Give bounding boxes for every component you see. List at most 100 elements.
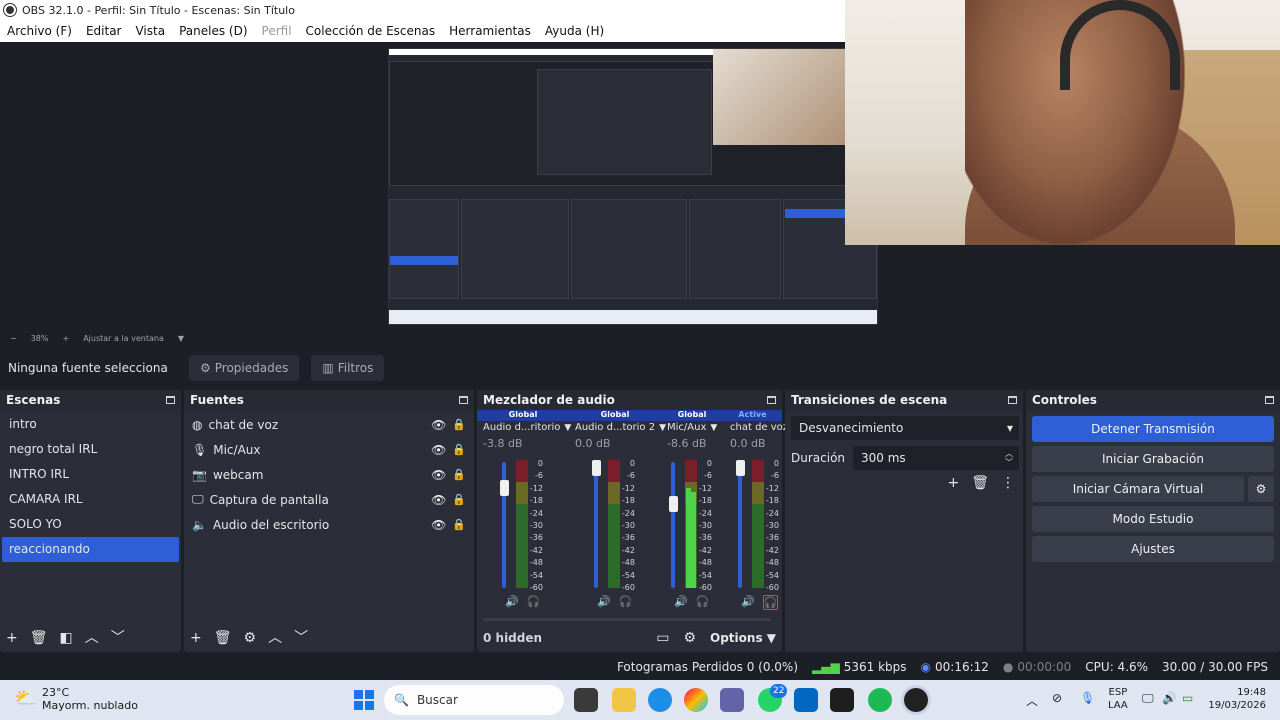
visibility-eye-icon[interactable]: 👁 [431,493,446,507]
language-indicator[interactable]: ESP LAA [1108,686,1128,712]
undock-icon[interactable] [459,396,468,404]
chevron-down-icon[interactable]: ▼ [178,334,184,343]
add-icon[interactable]: + [6,631,18,645]
source-item[interactable]: ◍ chat de voz 👁 🔒 [184,412,474,437]
lock-icon[interactable]: 🔒 [452,518,466,531]
settings-button[interactable]: Ajustes [1032,536,1274,562]
source-item[interactable]: 🔈 Audio del escritorio 👁 🔒 [184,512,474,537]
stop-streaming-button[interactable]: Detener Transmisión [1032,416,1274,442]
trash-icon[interactable]: 🗑 [971,476,989,490]
edge-browser-icon[interactable] [648,688,672,712]
undock-icon[interactable] [166,396,175,404]
scene-filter-icon[interactable]: ◧ [60,631,73,645]
menu-vista[interactable]: Vista [128,24,172,38]
menu-archivo[interactable]: Archivo (F) [0,24,79,38]
clock[interactable]: 19:48 19/03/2026 [1208,686,1266,712]
duration-spinbox[interactable]: 300 ms ︿ ﹀ [853,446,1019,470]
obs-taskbar-icon[interactable] [904,688,928,712]
start-virtual-camera-button[interactable]: Iniciar Cámara Virtual [1032,476,1244,502]
menu-paneles[interactable]: Paneles (D) [172,24,254,38]
virtual-camera-settings-button[interactable]: ⚙ [1248,476,1274,502]
scene-item[interactable]: negro total IRL [2,437,179,462]
arrow-up-icon[interactable]: ︿ [85,631,99,645]
horizontal-scrollbar[interactable] [483,618,771,621]
filters-button[interactable]: ▥ Filtros [311,355,385,381]
chevron-up-icon[interactable]: ︿ [1026,692,1038,709]
scene-item-selected[interactable]: reaccionando [2,537,179,562]
copilot-icon[interactable] [684,688,708,712]
display-icon[interactable]: 🖵 [1142,691,1154,706]
teams-icon[interactable] [720,688,744,712]
task-view-icon[interactable] [574,688,598,712]
start-recording-button[interactable]: Iniciar Grabación [1032,446,1274,472]
properties-button[interactable]: ⚙ Propiedades [189,355,300,381]
fader-handle[interactable] [669,496,678,512]
add-icon[interactable]: + [190,631,202,645]
speaker-icon[interactable]: 🔊 [597,595,611,608]
visibility-eye-icon[interactable]: 👁 [431,518,446,532]
undock-icon[interactable] [1265,396,1274,404]
microphone-tray-icon[interactable]: 🎙 [1080,691,1095,705]
dropbox-icon[interactable] [830,688,854,712]
undock-icon[interactable] [1008,396,1017,404]
menu-ayuda[interactable]: Ayuda (H) [538,24,611,38]
battery-icon[interactable]: ▭ [1182,691,1193,705]
volume-fader[interactable] [738,462,742,588]
spotify-icon[interactable] [868,688,892,712]
scene-item[interactable]: INTRO IRL [2,462,179,487]
fader-handle[interactable] [736,460,745,476]
lock-icon[interactable]: 🔒 [452,418,466,431]
studio-mode-button[interactable]: Modo Estudio [1032,506,1274,532]
chevron-down-icon[interactable]: ▼ [564,423,571,433]
weather-cloud-icon[interactable]: ⛅ [14,688,38,712]
layout-toggle-icon[interactable]: ▭ [656,631,669,645]
zoom-out-button[interactable]: − [10,334,17,343]
menu-coleccion-escenas[interactable]: Colección de Escenas [299,24,443,38]
windows-start-icon[interactable] [352,688,376,712]
undock-icon[interactable] [767,396,776,404]
lock-icon[interactable]: 🔒 [452,443,466,456]
headphones-monitor-icon[interactable]: 🎧 [527,595,541,608]
fit-to-window-select[interactable]: Ajustar a la ventana [83,334,164,343]
scene-item[interactable]: intro [2,412,179,437]
advanced-audio-icon[interactable]: ⚙ [683,631,696,645]
network-status-icon[interactable]: ⊘ [1052,691,1062,705]
gear-icon[interactable]: ⚙ [244,631,257,645]
lock-icon[interactable]: 🔒 [452,493,466,506]
visibility-eye-icon[interactable]: 👁 [431,418,446,432]
weather-widget[interactable]: 23°C Mayorm. nublado [42,686,138,712]
volume-fader[interactable] [671,462,675,588]
mixer-options-button[interactable]: Options ▼ [710,631,776,645]
more-vertical-icon[interactable]: ⋮ [1001,476,1015,490]
speaker-icon[interactable]: 🔊 [674,595,688,608]
source-item[interactable]: 📷 webcam 👁 🔒 [184,462,474,487]
menu-perfil[interactable]: Perfil [255,24,299,38]
transition-select[interactable]: Desvanecimiento ▾ [791,416,1019,440]
store-icon[interactable] [794,688,818,712]
zoom-in-button[interactable]: + [62,334,69,343]
headphones-monitor-icon[interactable]: 🎧 [762,595,779,610]
scene-item[interactable]: CAMARA IRL [2,487,179,512]
fader-handle[interactable] [592,460,601,476]
add-icon[interactable]: + [947,476,959,490]
visibility-eye-icon[interactable]: 👁 [431,468,446,482]
menu-herramientas[interactable]: Herramientas [442,24,538,38]
arrow-up-icon[interactable]: ︿ [268,631,282,645]
headphones-monitor-icon[interactable]: 🎧 [619,595,633,608]
arrow-down-icon[interactable]: ﹀ [111,631,125,645]
visibility-eye-icon[interactable]: 👁 [431,443,446,457]
spin-arrows-icon[interactable]: ︿ ﹀ [1005,449,1013,467]
arrow-down-icon[interactable]: ﹀ [294,631,308,645]
volume-fader[interactable] [594,462,598,588]
source-item[interactable]: 🎙 Mic/Aux 👁 🔒 [184,437,474,462]
fader-handle[interactable] [500,480,509,496]
file-explorer-icon[interactable] [612,688,636,712]
trash-icon[interactable]: 🗑 [214,631,232,645]
headphones-monitor-icon[interactable]: 🎧 [696,595,710,608]
chevron-down-icon[interactable]: ▼ [659,423,666,433]
trash-icon[interactable]: 🗑 [30,631,48,645]
source-item[interactable]: 🖵 Captura de pantalla 👁 🔒 [184,487,474,512]
chevron-down-icon[interactable]: ▼ [710,423,717,433]
speaker-icon[interactable]: 🔊 [741,595,755,610]
menu-editar[interactable]: Editar [79,24,129,38]
